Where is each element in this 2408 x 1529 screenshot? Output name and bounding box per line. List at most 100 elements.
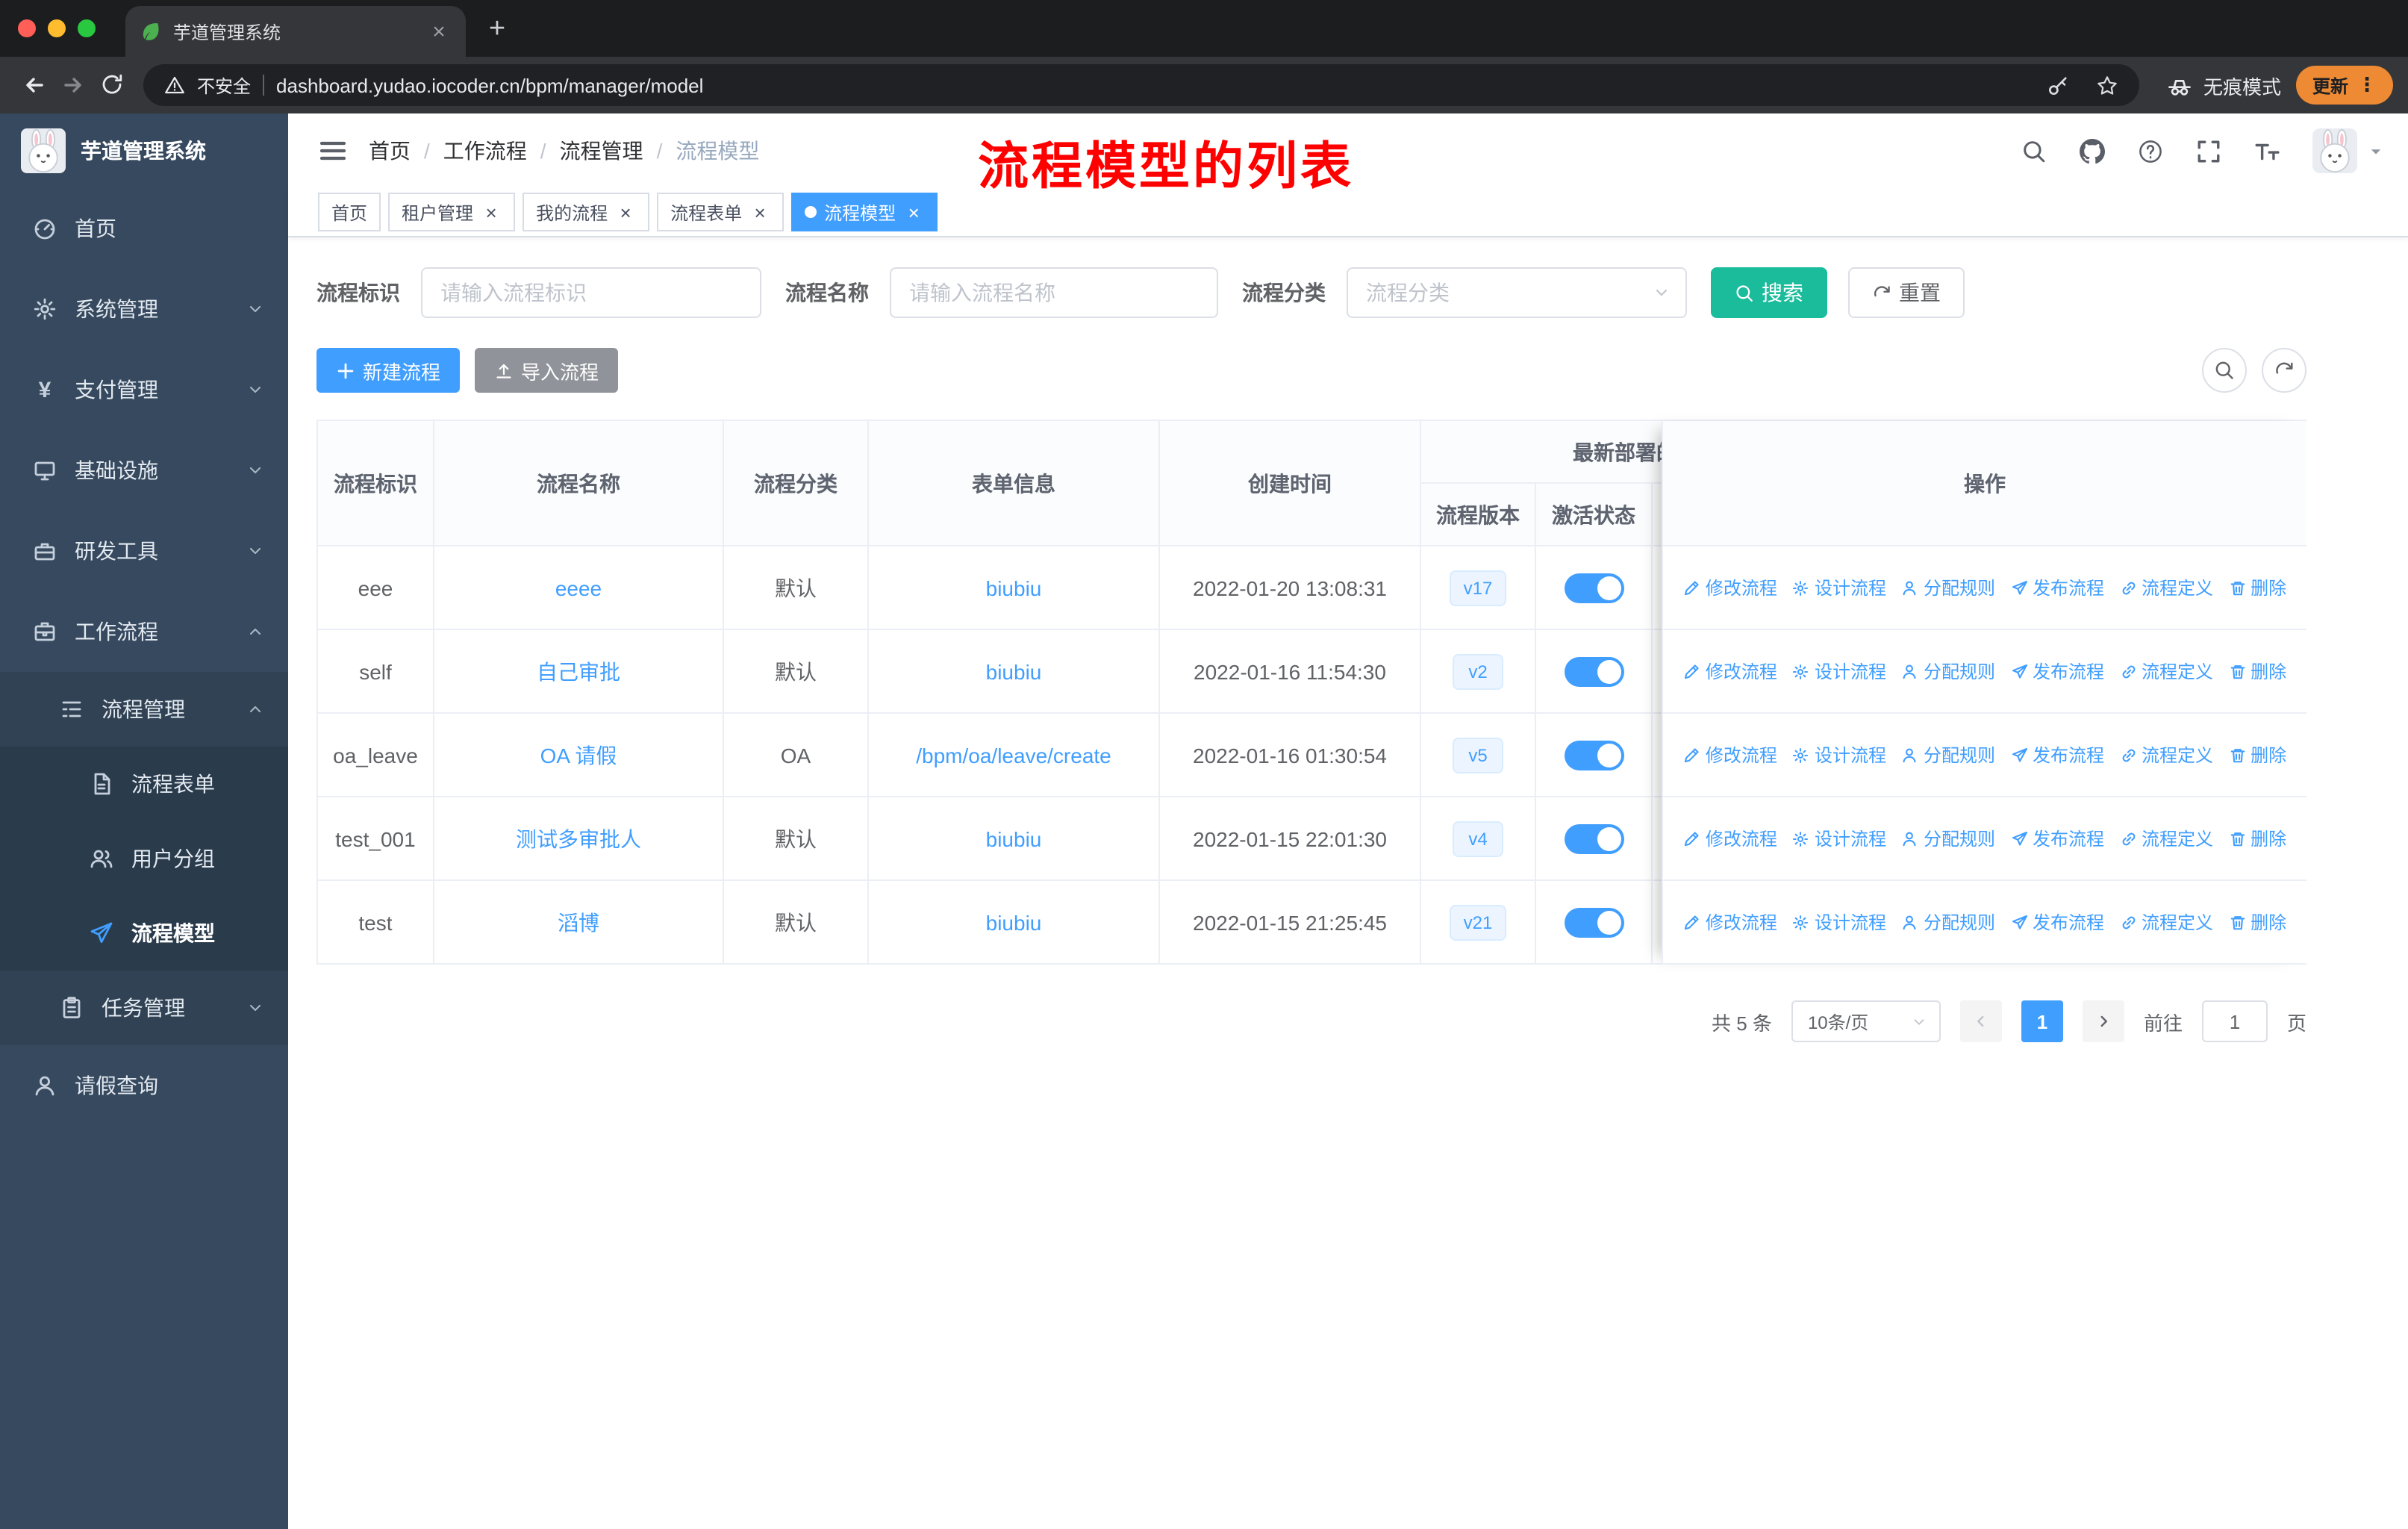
next-page-button[interactable]: [2082, 1000, 2124, 1042]
search-icon[interactable]: [2021, 138, 2047, 164]
delete-action[interactable]: 删除: [2228, 575, 2286, 600]
design-action[interactable]: 设计流程: [1792, 826, 1886, 851]
user-menu[interactable]: [2312, 128, 2384, 173]
sidebar-item-payment[interactable]: ¥ 支付管理: [0, 349, 288, 430]
definition-action[interactable]: 流程定义: [2119, 826, 2213, 851]
tab-close-icon[interactable]: ×: [427, 19, 451, 44]
security-label[interactable]: 不安全: [197, 72, 251, 98]
tag-item[interactable]: 流程模型 ×: [791, 193, 938, 231]
form-info-link[interactable]: biubiu: [986, 576, 1042, 600]
help-icon[interactable]: [2138, 138, 2163, 164]
toggle-search-button[interactable]: [2202, 348, 2247, 393]
modify-action[interactable]: 修改流程: [1683, 658, 1777, 684]
delete-action[interactable]: 删除: [2228, 909, 2286, 935]
current-page-button[interactable]: 1: [2021, 1000, 2063, 1042]
definition-action[interactable]: 流程定义: [2119, 742, 2213, 767]
tag-item[interactable]: 首页: [318, 193, 381, 231]
goto-page-input[interactable]: [2201, 1000, 2268, 1042]
forward-icon[interactable]: [54, 66, 93, 105]
tag-item[interactable]: 流程表单 ×: [657, 193, 785, 231]
tag-close-icon[interactable]: ×: [749, 201, 770, 223]
active-toggle[interactable]: [1564, 823, 1623, 853]
sidebar-item-infra[interactable]: 基础设施: [0, 430, 288, 511]
tag-item[interactable]: 我的流程 ×: [523, 193, 650, 231]
assign-action[interactable]: 分配规则: [1901, 909, 1995, 935]
github-icon[interactable]: [2080, 138, 2105, 164]
assign-action[interactable]: 分配规则: [1901, 575, 1995, 600]
process-name-link[interactable]: eeee: [555, 576, 602, 600]
modify-action[interactable]: 修改流程: [1683, 575, 1777, 600]
active-toggle[interactable]: [1564, 573, 1623, 602]
font-size-icon[interactable]: [2254, 138, 2280, 164]
sidebar-item-process-manage[interactable]: 流程管理: [0, 672, 288, 747]
form-info-link[interactable]: /bpm/oa/leave/create: [916, 743, 1111, 767]
kebab-menu-icon[interactable]: ⋮: [2357, 73, 2377, 97]
publish-action[interactable]: 发布流程: [2010, 742, 2104, 767]
sidebar-item-task-manage[interactable]: 任务管理: [0, 971, 288, 1045]
browser-update-button[interactable]: 更新 ⋮: [2295, 66, 2393, 105]
publish-action[interactable]: 发布流程: [2010, 658, 2104, 684]
reset-button[interactable]: 重置: [1848, 267, 1965, 318]
password-key-icon[interactable]: [2047, 74, 2069, 96]
minimize-window-button[interactable]: [48, 19, 66, 37]
definition-action[interactable]: 流程定义: [2119, 575, 2213, 600]
form-info-link[interactable]: biubiu: [986, 826, 1042, 850]
tag-close-icon[interactable]: ×: [615, 201, 636, 223]
delete-action[interactable]: 删除: [2228, 826, 2286, 851]
page-size-select[interactable]: 10条/页: [1791, 1000, 1941, 1042]
back-icon[interactable]: [15, 66, 54, 105]
publish-action[interactable]: 发布流程: [2010, 909, 2104, 935]
sidebar-item-leave-query[interactable]: 请假查询: [0, 1045, 288, 1126]
design-action[interactable]: 设计流程: [1792, 658, 1886, 684]
search-button[interactable]: 搜索: [1711, 267, 1827, 318]
fullscreen-icon[interactable]: [2196, 138, 2221, 164]
prev-page-button[interactable]: [1959, 1000, 2002, 1042]
category-select[interactable]: 流程分类: [1347, 267, 1687, 318]
sidebar-item-user-group[interactable]: 用户分组: [0, 821, 288, 896]
process-id-input[interactable]: [421, 267, 761, 318]
sidebar-item-process-model[interactable]: 流程模型: [0, 896, 288, 971]
publish-action[interactable]: 发布流程: [2010, 826, 2104, 851]
sidebar-item-system[interactable]: 系统管理: [0, 269, 288, 349]
browser-tab[interactable]: 芋道管理系统 ×: [125, 6, 466, 57]
definition-action[interactable]: 流程定义: [2119, 909, 2213, 935]
refresh-table-button[interactable]: [2262, 348, 2306, 393]
design-action[interactable]: 设计流程: [1792, 742, 1886, 767]
reload-icon[interactable]: [93, 66, 131, 105]
modify-action[interactable]: 修改流程: [1683, 826, 1777, 851]
process-name-link[interactable]: 自己审批: [537, 659, 620, 683]
bookmark-star-icon[interactable]: [2096, 74, 2118, 96]
breadcrumb-item[interactable]: 工作流程: [443, 136, 527, 166]
publish-action[interactable]: 发布流程: [2010, 575, 2104, 600]
delete-action[interactable]: 删除: [2228, 742, 2286, 767]
modify-action[interactable]: 修改流程: [1683, 909, 1777, 935]
design-action[interactable]: 设计流程: [1792, 575, 1886, 600]
close-window-button[interactable]: [18, 19, 36, 37]
zoom-window-button[interactable]: [78, 19, 96, 37]
process-name-link[interactable]: 测试多审批人: [516, 826, 641, 850]
active-toggle[interactable]: [1564, 740, 1623, 770]
breadcrumb-item[interactable]: 首页: [369, 136, 411, 166]
tag-close-icon[interactable]: ×: [903, 201, 924, 223]
url-text[interactable]: dashboard.yudao.iocoder.cn/bpm/manager/m…: [276, 74, 2020, 96]
design-action[interactable]: 设计流程: [1792, 909, 1886, 935]
active-toggle[interactable]: [1564, 656, 1623, 686]
tag-close-icon[interactable]: ×: [481, 201, 502, 223]
assign-action[interactable]: 分配规则: [1901, 658, 1995, 684]
sidebar-item-home[interactable]: 首页: [0, 188, 288, 269]
sidebar-item-devtools[interactable]: 研发工具: [0, 511, 288, 591]
definition-action[interactable]: 流程定义: [2119, 658, 2213, 684]
url-bar[interactable]: 不安全 dashboard.yudao.iocoder.cn/bpm/manag…: [143, 64, 2139, 106]
process-name-link[interactable]: OA 请假: [540, 743, 617, 767]
sidebar-collapse-icon[interactable]: [318, 136, 348, 166]
process-name-input[interactable]: [890, 267, 1218, 318]
breadcrumb-item[interactable]: 流程管理: [560, 136, 643, 166]
sidebar-logo[interactable]: 芋道管理系统: [0, 113, 288, 188]
new-tab-button[interactable]: +: [478, 10, 517, 49]
process-name-link[interactable]: 滔博: [558, 910, 599, 934]
form-info-link[interactable]: biubiu: [986, 659, 1042, 683]
tag-item[interactable]: 租户管理 ×: [388, 193, 516, 231]
assign-action[interactable]: 分配规则: [1901, 826, 1995, 851]
create-process-button[interactable]: 新建流程: [316, 348, 461, 393]
assign-action[interactable]: 分配规则: [1901, 742, 1995, 767]
